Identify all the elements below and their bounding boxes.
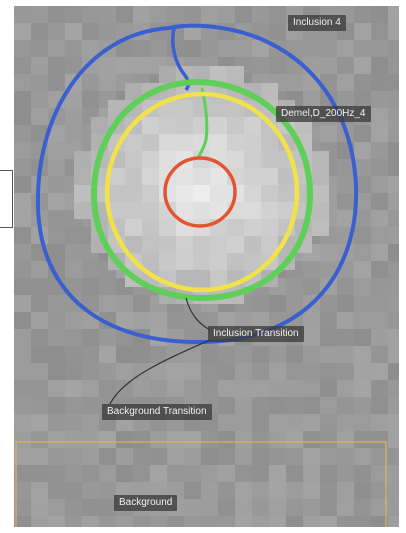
inclusion-label[interactable]: Inclusion 4: [288, 15, 346, 31]
frame-edge: [400, 0, 406, 533]
image-viewport[interactable]: Inclusion 4 Demel,D_200Hz_4 Inclusion Tr…: [14, 6, 399, 527]
probe-label[interactable]: Demel,D_200Hz_4: [276, 106, 371, 122]
screenshot-frame: Inclusion 4 Demel,D_200Hz_4 Inclusion Tr…: [0, 0, 406, 533]
side-panel-bracket: [0, 170, 13, 228]
background-transition-label[interactable]: Background Transition: [102, 404, 212, 420]
background-label[interactable]: Background: [114, 495, 178, 511]
inclusion-bright-region: [74, 66, 329, 304]
inclusion-transition-label[interactable]: Inclusion Transition: [208, 326, 304, 342]
ultrasound-overlay: [14, 6, 399, 527]
